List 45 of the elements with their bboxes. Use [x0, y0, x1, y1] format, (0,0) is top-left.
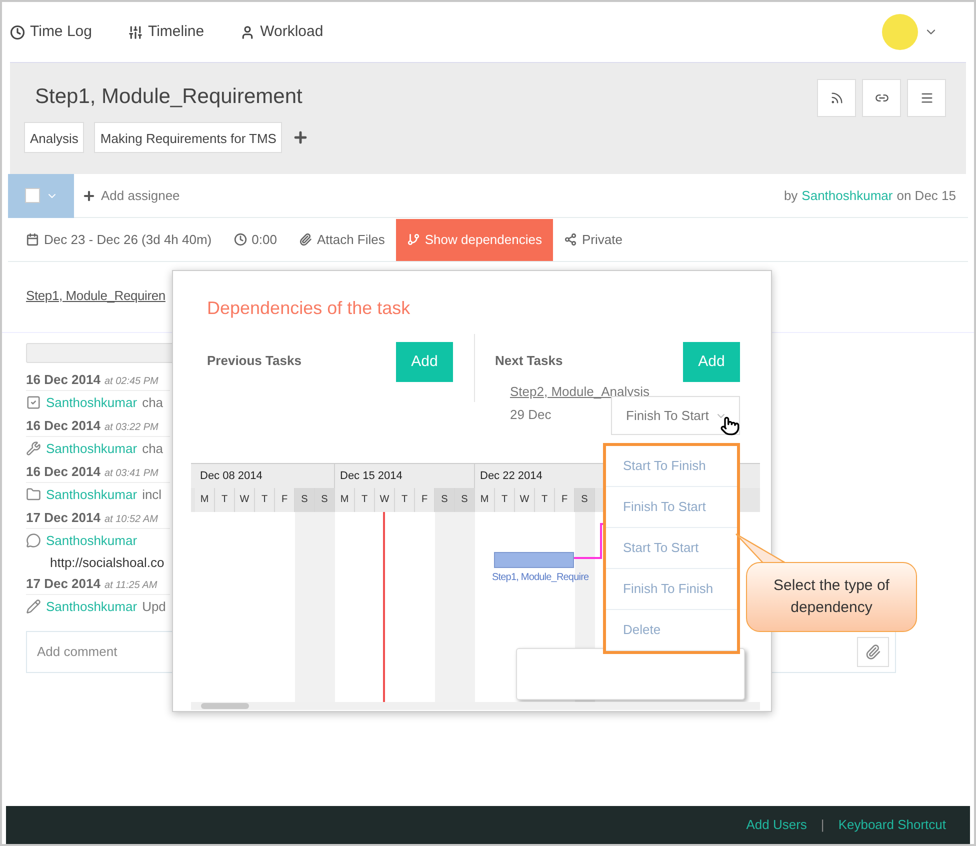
day-label: W: [235, 488, 255, 512]
day-label: F: [275, 488, 295, 512]
activity-time: at 03:41 PM: [104, 466, 158, 480]
activity-date: 17 Dec 2014: [26, 574, 100, 592]
popup-title: Dependencies of the task: [207, 297, 412, 320]
day-label: S: [315, 488, 335, 512]
day-label: T: [215, 488, 235, 512]
activity-date: 17 Dec 2014: [26, 508, 100, 526]
task-title: Step1, Module_Requirement: [34, 84, 304, 110]
day-label: W: [515, 488, 535, 512]
day-label: F: [415, 488, 435, 512]
activity-time: at 11:25 AM: [104, 578, 158, 592]
column-heading: Next Tasks: [495, 352, 563, 370]
activity-detail: http://socialshoal.co: [50, 554, 164, 572]
activity-time: at 03:22 PM: [104, 420, 158, 434]
day-label: F: [555, 488, 575, 512]
activity-text: cha: [142, 394, 164, 412]
footer-separator: |: [820, 816, 824, 834]
callout-bubble: Select the type of dependency: [746, 562, 917, 632]
day-label: T: [535, 488, 555, 512]
task-bar-label: Step1, Module_Require: [492, 571, 589, 585]
activity-date: 16 Dec 2014: [26, 462, 100, 480]
byline-text: by: [784, 186, 798, 205]
activity-date: 16 Dec 2014: [26, 370, 100, 388]
day-label: S: [575, 488, 595, 512]
day-label: T: [355, 488, 375, 512]
activity-time: at 10:52 AM: [104, 512, 158, 526]
next-task-date: 29 Dec: [510, 406, 552, 424]
day-label: S: [295, 488, 315, 512]
day-label: M: [195, 488, 215, 512]
activity-text: Upd: [142, 598, 166, 616]
day-label: S: [455, 488, 475, 512]
activity-text: cha: [142, 440, 164, 458]
column-heading: Previous Tasks: [207, 352, 302, 370]
activity-text: incl: [142, 486, 162, 504]
day-label: M: [335, 488, 355, 512]
day-label: T: [495, 488, 515, 512]
day-label: T: [395, 488, 415, 512]
activity-time: at 02:45 PM: [104, 374, 158, 388]
activity-date: 16 Dec 2014: [26, 416, 100, 434]
day-label: W: [375, 488, 395, 512]
day-label: S: [435, 488, 455, 512]
byline-text: on Dec 15: [896, 186, 956, 205]
day-label: T: [255, 488, 275, 512]
day-label: M: [475, 488, 495, 512]
